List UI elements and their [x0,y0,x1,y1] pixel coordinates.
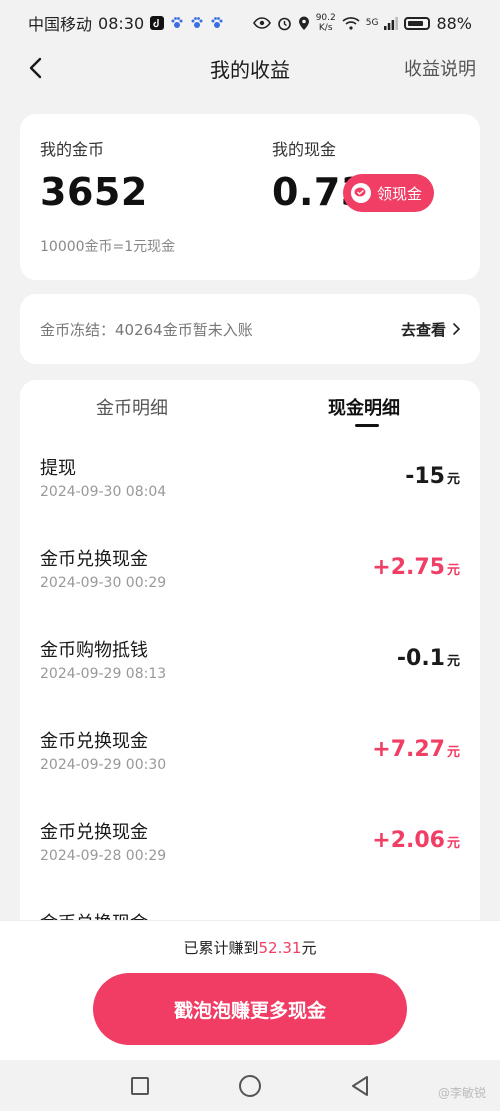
frozen-coins-text: 金币冻结：40264金币暂未入账 [40,320,253,339]
status-left: 中国移动 08:30 [28,11,224,35]
list-item[interactable]: 金币购物抵钱 2024-09-29 08:13 -0.1 元 [20,632,480,723]
view-frozen-link[interactable]: 去查看 [401,319,460,340]
list-item[interactable]: 金币兑换现金 2024-09-29 00:30 +7.27 元 [20,723,480,814]
list-item[interactable]: 金币兑换现金 2024-09-30 00:29 +2.75 元 [20,541,480,632]
tx-amount-value: -0.1 [396,646,445,671]
tx-date: 2024-09-29 08:13 [40,666,167,682]
tx-amount-value: +2.06 [372,828,445,853]
tx-amount: +2.06 元 [372,828,460,853]
speed-unit: K/s [318,23,333,33]
tx-amount-unit: 元 [446,745,460,760]
tx-amount-unit: 元 [446,472,460,487]
earn-more-cash-button[interactable]: 戳泡泡赚更多现金 [93,973,407,1045]
home-button[interactable] [235,1071,265,1101]
tx-title: 金币兑换现金 [40,822,148,843]
view-frozen-label: 去查看 [400,320,446,339]
tx-amount: +2.75 元 [372,555,460,580]
list-item[interactable]: 提现 2024-09-30 08:04 -15 元 [20,450,480,541]
status-right: 90.2 K/s 5G 88% [252,13,472,33]
tx-amount-value: -15 [405,464,445,489]
tx-amount: -0.1 元 [397,646,460,671]
coins-label: 我的金币 [40,140,105,159]
frozen-coins-card: 金币冻结：40264金币暂未入账 去查看 [20,294,480,364]
tx-amount-unit: 元 [446,563,460,578]
tab-cash-details[interactable]: 现金明细 [328,394,400,420]
total-earned: 已累计赚到52.31元 [0,937,500,958]
tiktok-icon [150,16,165,30]
network-speed: 90.2 K/s [316,13,336,33]
circle-icon [239,1074,261,1097]
coins-value: 3652 [40,170,148,214]
earned-amount: 52.31 [258,939,302,957]
list-item[interactable]: 金币兑换现金 2024-09-28 00:29 +2.06 元 [20,814,480,905]
tx-date: 2024-09-28 00:29 [40,848,167,864]
battery-icon [404,16,431,30]
tx-date: 2024-09-30 00:29 [40,575,167,591]
tx-title: 金币购物抵钱 [40,640,148,661]
tx-amount: -15 元 [405,464,460,489]
signal-icon [384,16,399,30]
carrier-name: 中国移动 [28,15,93,34]
active-tab-indicator [355,424,379,427]
tab-coin-details[interactable]: 金币明细 [96,394,168,420]
chevron-right-icon [453,323,460,335]
tx-title: 金币兑换现金 [40,549,148,570]
wechat-icon [351,183,371,203]
network-type: 5G [365,18,379,28]
eye-icon [252,17,271,29]
details-card: 金币明细 现金明细 提现 2024-09-30 08:04 -15 元 金币兑换… [20,380,480,940]
status-time: 08:30 [98,13,145,33]
triangle-back-icon [352,1075,368,1096]
claim-cash-button[interactable]: 领现金 [343,174,435,212]
alarm-icon [277,16,292,31]
cash-label: 我的现金 [272,140,337,159]
claim-cash-label: 领现金 [377,184,423,203]
speed-value: 90.2 [315,13,336,23]
transaction-list: 提现 2024-09-30 08:04 -15 元 金币兑换现金 2024-09… [20,450,480,940]
exchange-rate-text: 10000金币=1元现金 [40,239,176,255]
tx-amount-unit: 元 [446,836,460,851]
status-bar: 中国移动 08:30 90.2 K/s 5G 88% [0,0,500,46]
recent-apps-button[interactable] [125,1071,155,1101]
tx-amount-value: +2.75 [372,555,445,580]
earnings-info-link[interactable]: 收益说明 [404,55,476,81]
battery-percent: 88% [436,13,472,33]
earned-suffix: 元 [301,939,317,957]
detail-tabs: 金币明细 现金明细 [20,380,480,438]
tx-amount: +7.27 元 [372,737,460,762]
header: 我的收益 收益说明 [0,46,500,90]
tx-amount-value: +7.27 [372,737,445,762]
tx-amount-unit: 元 [446,654,460,669]
bottom-panel: 已累计赚到52.31元 戳泡泡赚更多现金 [0,920,500,1061]
coins-balance: 我的金币 3652 [40,136,148,214]
paw-icon [190,16,204,30]
square-icon [131,1076,149,1095]
paw-icon [210,16,224,30]
wifi-icon [342,16,360,30]
tx-title: 提现 [40,458,76,479]
location-icon [298,16,310,31]
tx-date: 2024-09-29 00:30 [40,757,167,773]
tx-title: 金币兑换现金 [40,731,148,752]
paw-icon [170,16,184,30]
earned-prefix: 已累计赚到 [183,939,259,957]
watermark: @李敏锐 [437,1086,486,1100]
tx-date: 2024-09-30 08:04 [40,484,167,500]
back-nav-button[interactable] [345,1071,375,1101]
system-nav-bar [0,1060,500,1111]
